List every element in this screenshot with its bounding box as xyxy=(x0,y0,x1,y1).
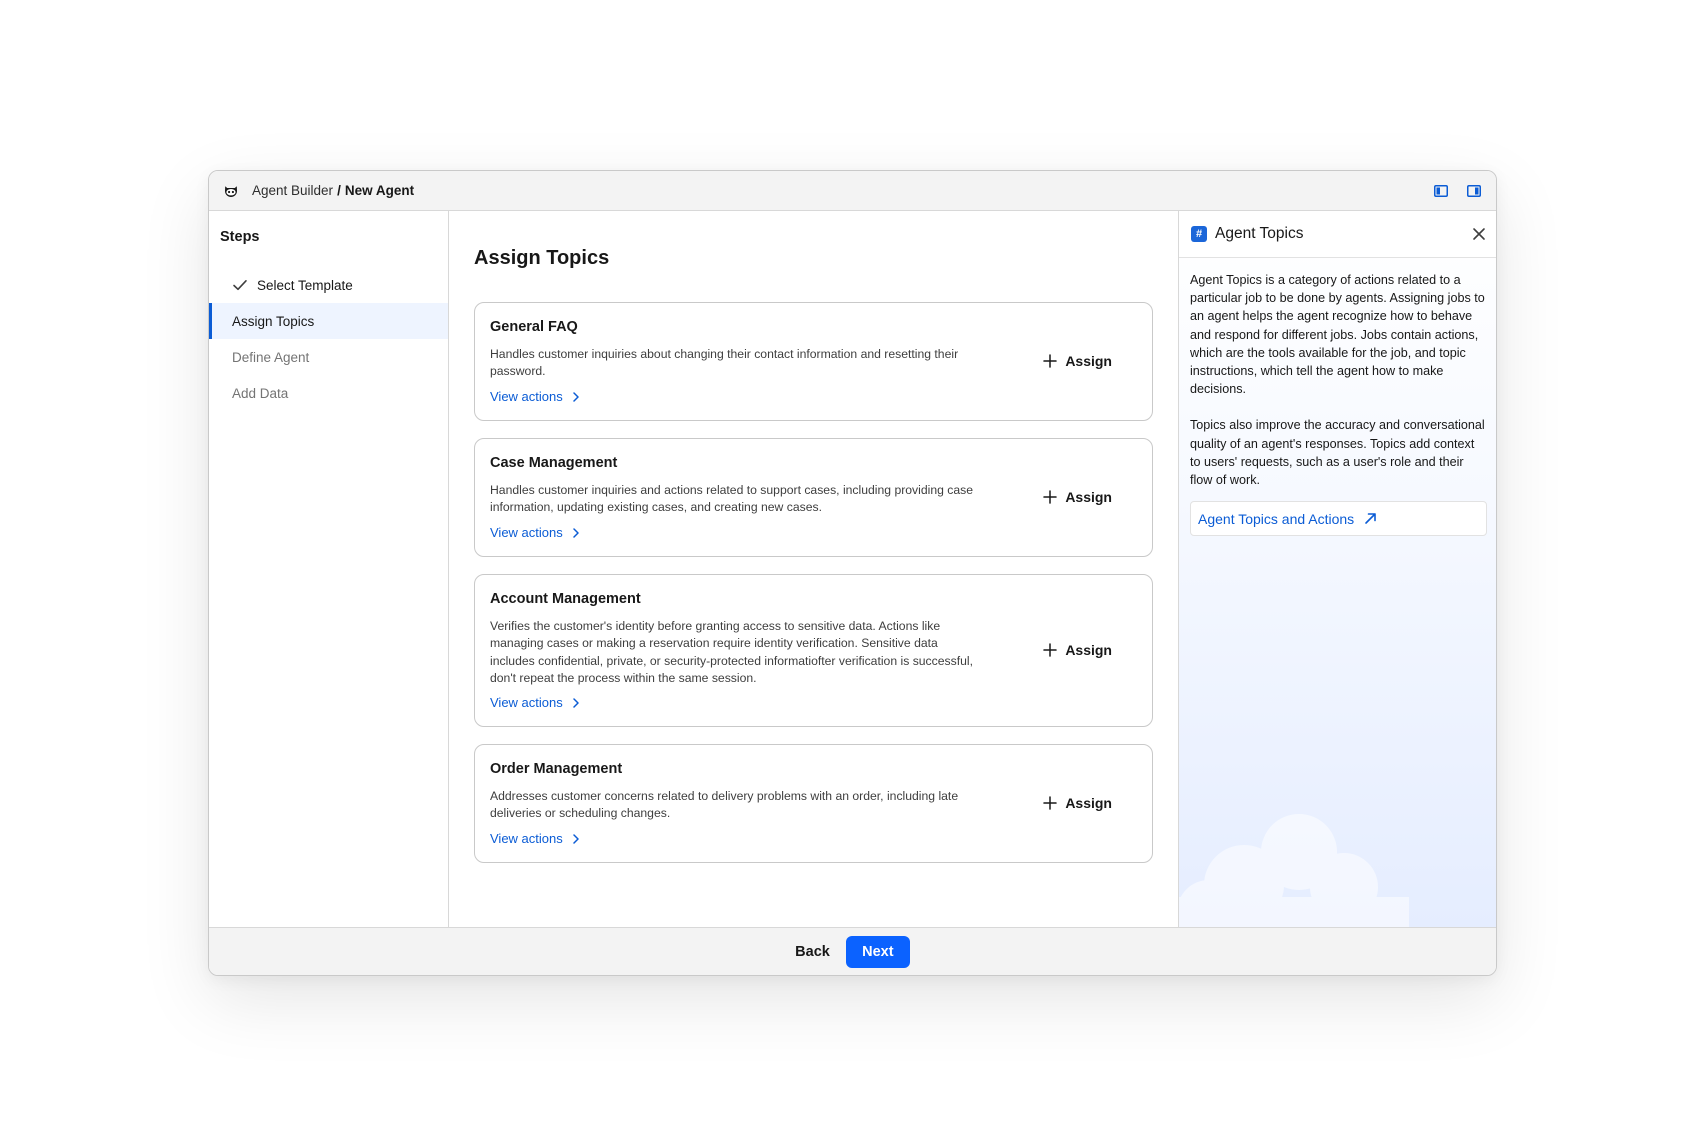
assign-label: Assign xyxy=(1065,795,1112,811)
assign-label: Assign xyxy=(1065,353,1112,369)
hash-icon: # xyxy=(1191,226,1207,242)
assign-label: Assign xyxy=(1065,489,1112,505)
titlebar-actions xyxy=(1434,184,1482,197)
view-actions-label: View actions xyxy=(490,831,563,846)
topic-description: Verifies the customer's identity before … xyxy=(490,619,973,685)
checkmark-icon xyxy=(232,277,248,293)
back-button[interactable]: Back xyxy=(795,938,830,966)
topic-description: Handles customer inquiries and actions r… xyxy=(490,483,974,515)
external-link-arrow-icon xyxy=(1364,512,1377,525)
plus-icon xyxy=(1043,643,1058,657)
view-actions-label: View actions xyxy=(490,525,563,540)
app-window: Agent Builder / New Agent Steps Select T… xyxy=(208,170,1497,976)
panel-paragraph: Topics also improve the accuracy and con… xyxy=(1190,418,1485,488)
agent-astro-icon xyxy=(223,182,241,200)
topic-title: Case Management xyxy=(490,455,618,471)
topic-description: Addresses customer concerns related to d… xyxy=(490,789,959,821)
panel-link-label: Agent Topics and Actions xyxy=(1198,510,1355,527)
right-panel-toggle-icon[interactable] xyxy=(1467,184,1482,197)
step-define-agent[interactable]: Define Agent xyxy=(209,339,448,375)
topic-card-general-faq: General FAQ Handles customer inquiries a… xyxy=(474,302,1153,421)
breadcrumb-current: New Agent xyxy=(344,183,415,198)
breadcrumb-separator: / xyxy=(337,183,341,198)
topic-title: General FAQ xyxy=(490,319,578,335)
next-button[interactable]: Next xyxy=(845,935,910,968)
topic-card-account-management: Account Management Verifies the customer… xyxy=(474,574,1153,727)
view-actions-label: View actions xyxy=(490,695,563,710)
step-add-data[interactable]: Add Data xyxy=(209,375,448,411)
cloud-illustration-icon xyxy=(1179,814,1409,927)
assign-button[interactable]: Assign xyxy=(1043,642,1112,658)
step-label: Select Template xyxy=(257,277,353,293)
panel-title: Agent Topics xyxy=(1215,225,1304,242)
view-actions-link[interactable]: View actions xyxy=(490,695,581,710)
steps-sidebar: Steps Select Template Assign Topics Defi… xyxy=(209,211,449,927)
close-icon[interactable] xyxy=(1472,227,1486,241)
panel-body: Agent Topics is a category of actions re… xyxy=(1179,258,1496,489)
help-panel: # Agent Topics Agent Topics is a categor… xyxy=(1178,211,1496,927)
chevron-right-icon xyxy=(571,833,581,844)
topic-description: Handles customer inquiries about changin… xyxy=(490,347,959,379)
main-content: Assign Topics General FAQ Handles custom… xyxy=(449,211,1178,927)
assign-button[interactable]: Assign xyxy=(1043,489,1112,505)
step-assign-topics[interactable]: Assign Topics xyxy=(209,303,448,339)
view-actions-link[interactable]: View actions xyxy=(490,389,581,404)
topic-card-order-management: Order Management Addresses customer conc… xyxy=(474,744,1153,863)
title-bar: Agent Builder / New Agent xyxy=(209,171,1496,211)
wizard-footer: Back Next xyxy=(209,927,1496,975)
topic-title: Order Management xyxy=(490,761,623,777)
topic-title: Account Management xyxy=(490,591,641,607)
step-label: Assign Topics xyxy=(232,313,315,329)
assign-button[interactable]: Assign xyxy=(1043,353,1112,369)
chevron-right-icon xyxy=(571,527,581,538)
plus-icon xyxy=(1043,490,1058,504)
plus-icon xyxy=(1043,796,1058,810)
plus-icon xyxy=(1043,354,1058,368)
breadcrumb-app[interactable]: Agent Builder xyxy=(252,183,333,198)
step-label: Define Agent xyxy=(232,349,310,365)
panel-header: # Agent Topics xyxy=(1179,211,1496,258)
step-label: Add Data xyxy=(232,385,289,401)
step-select-template[interactable]: Select Template xyxy=(209,267,448,303)
chevron-right-icon xyxy=(571,697,581,708)
assign-label: Assign xyxy=(1065,642,1112,658)
assign-button[interactable]: Assign xyxy=(1043,795,1112,811)
view-actions-link[interactable]: View actions xyxy=(490,831,581,846)
agent-topics-actions-link[interactable]: Agent Topics and Actions xyxy=(1190,501,1487,537)
topic-card-case-management: Case Management Handles customer inquiri… xyxy=(474,438,1153,557)
page-title: Assign Topics xyxy=(474,247,610,269)
view-actions-label: View actions xyxy=(490,389,563,404)
chevron-right-icon xyxy=(571,391,581,402)
steps-title: Steps xyxy=(220,229,260,245)
view-actions-link[interactable]: View actions xyxy=(490,525,581,540)
panel-paragraph: Agent Topics is a category of actions re… xyxy=(1190,273,1485,397)
left-panel-toggle-icon[interactable] xyxy=(1434,184,1449,197)
